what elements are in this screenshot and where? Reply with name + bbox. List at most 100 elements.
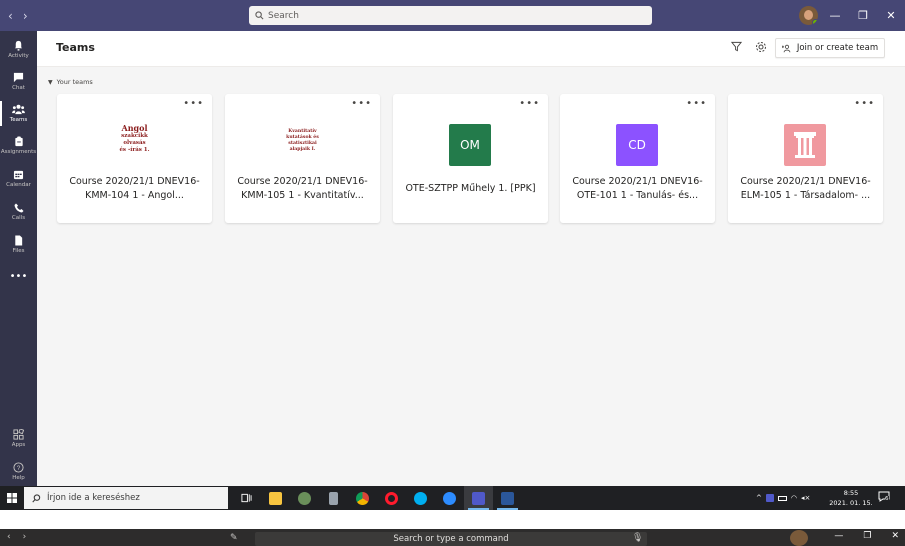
windows-logo-icon: [7, 493, 17, 503]
app-bar: Activity Chat Teams Assignments Calendar…: [0, 31, 37, 486]
rail-item-chat[interactable]: Chat: [0, 65, 37, 98]
team-card[interactable]: ••• Angol szakcikk olvasás és -írás 1. C…: [57, 94, 212, 223]
team-name: Course 2020/21/1 DNEV16-ELM-105 1 - Társ…: [740, 176, 871, 201]
rail-label: Calls: [11, 214, 26, 221]
skype-icon: [414, 491, 427, 505]
caret-down-icon: ▼: [48, 78, 53, 86]
more-options-icon[interactable]: •••: [854, 98, 875, 109]
teams-icon: [12, 104, 25, 115]
compose-icon[interactable]: ✎: [230, 533, 238, 543]
forward-arrow-icon[interactable]: ›: [23, 532, 27, 542]
user-avatar[interactable]: [790, 530, 808, 546]
tray-teams-icon[interactable]: [765, 494, 774, 502]
rail-item-teams[interactable]: Teams: [0, 97, 37, 130]
back-arrow-icon[interactable]: ‹: [7, 532, 11, 542]
team-card[interactable]: ••• CD Course 2020/21/1 DNEV16-OTE-101 1…: [560, 94, 715, 223]
rail-item-calendar[interactable]: Calendar: [0, 162, 37, 195]
windows-taskbar: Írjon ide a kereséshez ^ ◠ ◂× 8:55 2021.…: [0, 486, 905, 510]
rail-item-files[interactable]: Files: [0, 228, 37, 261]
more-options-icon[interactable]: •••: [686, 98, 707, 109]
close-button[interactable]: ✕: [891, 531, 899, 541]
pillar-icon: [784, 124, 826, 166]
clock-date: 2021. 01. 15.: [829, 499, 873, 507]
file-explorer-button[interactable]: [261, 486, 290, 510]
calculator-icon: [329, 491, 338, 505]
close-button[interactable]: ✕: [877, 0, 905, 31]
rail-label: Apps: [11, 442, 26, 448]
chrome-icon: [356, 491, 369, 505]
microphone-icon[interactable]: 🎙: [632, 533, 643, 543]
taskbar-search-input[interactable]: Írjon ide a kereséshez: [24, 487, 228, 509]
rail-item-assignments[interactable]: Assignments: [0, 129, 37, 162]
team-initials-tile: OM: [449, 124, 491, 166]
edge-legacy-button[interactable]: [290, 486, 319, 510]
calculator-button[interactable]: [319, 486, 348, 510]
your-teams-section-toggle[interactable]: ▼ Your teams: [48, 78, 93, 86]
join-or-create-team-button[interactable]: Join or create team: [775, 38, 885, 58]
system-tray: ^ ◠ ◂×: [756, 486, 810, 510]
battery-icon[interactable]: [777, 495, 787, 501]
taskbar-apps: [232, 486, 522, 510]
team-card[interactable]: ••• OM OTE-SZTPP Műhely 1. [PPK]: [393, 94, 548, 223]
taskbar-clock[interactable]: 8:55 2021. 01. 15.: [828, 488, 874, 508]
restore-button[interactable]: ❐: [849, 0, 877, 31]
window-controls: — ❐ ✕: [821, 0, 905, 31]
folder-icon: [269, 491, 282, 505]
rail-item-activity[interactable]: Activity: [0, 33, 37, 66]
team-image-text: szakcikk: [121, 133, 148, 139]
chrome-button[interactable]: [348, 486, 377, 510]
minimize-button[interactable]: —: [834, 531, 843, 541]
clock-time: 8:55: [843, 489, 859, 497]
more-options-icon[interactable]: •••: [519, 98, 540, 109]
title-bar: ‹ › Search — ❐ ✕: [0, 0, 905, 31]
team-name: Course 2020/21/1 DNEV16-OTE-101 1 - Tanu…: [572, 176, 703, 201]
rail-label: Calendar: [6, 181, 31, 188]
back-arrow-icon[interactable]: ‹: [8, 9, 13, 23]
chevron-up-icon[interactable]: ^: [756, 494, 762, 502]
history-nav: ‹ ›: [0, 9, 60, 23]
teams-taskbar-button[interactable]: [464, 486, 493, 510]
filter-icon[interactable]: [731, 41, 742, 52]
notification-count: 6: [885, 496, 889, 502]
rail-item-help[interactable]: ? Help: [0, 455, 37, 488]
forward-arrow-icon[interactable]: ›: [23, 9, 28, 23]
gear-icon[interactable]: [755, 41, 767, 53]
rail-label: Activity: [8, 53, 29, 59]
wifi-icon[interactable]: ◠: [791, 494, 797, 502]
section-label: Your teams: [56, 78, 93, 86]
user-avatar[interactable]: [799, 6, 818, 25]
rail-item-calls[interactable]: Calls: [0, 195, 37, 228]
team-image-kvantitativ: Kvantitatív kutatások és statisztikai al…: [261, 129, 344, 171]
task-view-icon: [241, 493, 252, 503]
page-title: Teams: [56, 41, 95, 54]
opera-button[interactable]: [377, 486, 406, 510]
start-button[interactable]: [0, 486, 24, 510]
search-icon: [32, 493, 41, 502]
task-view-button[interactable]: [232, 486, 261, 510]
more-options-icon[interactable]: •••: [183, 98, 204, 109]
minimize-button[interactable]: —: [821, 0, 849, 31]
action-center-button[interactable]: 6: [878, 491, 892, 505]
taskbar-search-placeholder: Írjon ide a kereséshez: [47, 493, 140, 503]
rail-item-apps[interactable]: Apps: [0, 422, 37, 455]
team-card[interactable]: ••• Kvantitatív kutatások és statisztika…: [225, 94, 380, 223]
team-image-text: és -írás 1.: [119, 147, 150, 153]
team-name: OTE-SZTPP Műhely 1. [PPK]: [405, 183, 536, 194]
volume-icon[interactable]: ◂×: [801, 494, 810, 502]
restore-button[interactable]: ❐: [863, 531, 871, 541]
word-button[interactable]: [493, 486, 522, 510]
team-card[interactable]: ••• Course 2020/21/1 DNEV16-ELM-105 1 - …: [728, 94, 883, 223]
assignments-icon: [14, 136, 23, 147]
zoom-button[interactable]: [435, 486, 464, 510]
search-input[interactable]: Search: [249, 6, 652, 25]
avatar-face: [804, 10, 813, 20]
command-search-input[interactable]: Search or type a command: [255, 532, 647, 546]
rail-label: Chat: [12, 85, 25, 91]
rail-label: Assignments: [0, 149, 37, 155]
more-options-icon[interactable]: •••: [351, 98, 372, 109]
word-icon: [501, 491, 514, 505]
more-apps-button[interactable]: •••: [0, 260, 37, 293]
skype-button[interactable]: [406, 486, 435, 510]
calendar-icon: [13, 170, 24, 179]
team-image-text: olvasás: [123, 140, 146, 146]
